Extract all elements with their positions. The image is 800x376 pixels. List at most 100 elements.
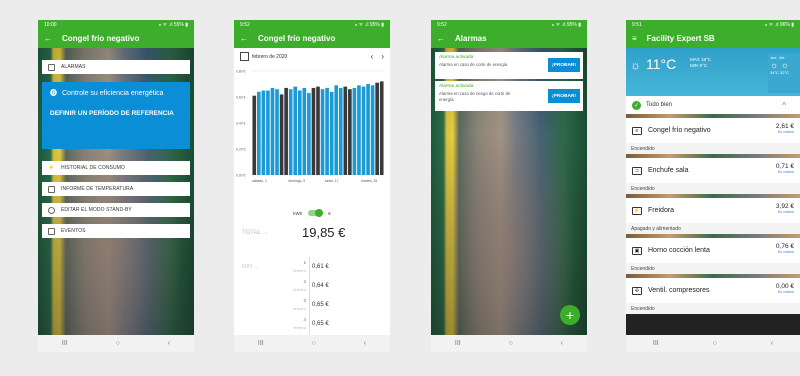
menu-item-eventos[interactable]: EVENTOS bbox=[42, 224, 190, 238]
unit-switch[interactable] bbox=[308, 209, 324, 217]
android-nav-bar: III ○ ‹ bbox=[431, 335, 587, 352]
bar[interactable] bbox=[252, 95, 257, 175]
recent-apps-button[interactable]: III bbox=[258, 340, 264, 347]
date-selector: febrero de 2020 ‹ › bbox=[234, 48, 390, 65]
device-card[interactable]: ▣ Horno cocción lenta 0,76 € En marzo Encend… bbox=[626, 234, 800, 274]
device-state: Encendido bbox=[626, 303, 800, 314]
recent-apps-button[interactable]: III bbox=[653, 340, 659, 347]
recent-apps-button[interactable]: III bbox=[455, 340, 461, 347]
back-arrow-icon[interactable]: ← bbox=[240, 34, 248, 43]
back-button[interactable]: ‹ bbox=[364, 340, 366, 347]
back-button[interactable]: ‹ bbox=[168, 340, 170, 347]
calendar-icon[interactable] bbox=[240, 52, 249, 61]
bar[interactable] bbox=[375, 82, 379, 175]
prev-month-chevron-icon[interactable]: ‹ bbox=[371, 52, 374, 61]
x-tick-label: lunes, 17 bbox=[325, 179, 339, 183]
menu-item-informe[interactable]: INFORME DE TEMPERATURA bbox=[42, 182, 190, 196]
kwh-label: kWh bbox=[293, 210, 303, 216]
list-item: 2 febrero 0,64 € bbox=[234, 276, 390, 295]
device-price: 3,92 € En marzo bbox=[776, 203, 794, 214]
test-alarm-button[interactable]: ¡PROBAR! bbox=[548, 89, 580, 103]
bar[interactable] bbox=[279, 94, 284, 175]
bar[interactable] bbox=[261, 90, 266, 176]
bar[interactable] bbox=[329, 91, 334, 175]
home-button[interactable]: ○ bbox=[116, 340, 120, 347]
home-button[interactable]: ○ bbox=[713, 340, 717, 347]
menu-item-alarmas[interactable]: ALARMAS bbox=[42, 60, 190, 74]
bar[interactable] bbox=[338, 87, 343, 175]
day-cost: 0,65 € bbox=[312, 301, 329, 308]
status-icons: ⁎ ᯤ .ıl 95% ▮ bbox=[551, 21, 581, 28]
oven-icon: ▣ bbox=[632, 246, 642, 255]
lightning-icon: ⚡ bbox=[632, 206, 642, 215]
menu-item-historial[interactable]: ⚡ HISTORIAL DE CONSUMO bbox=[42, 161, 190, 175]
bar[interactable] bbox=[297, 90, 302, 176]
bar[interactable] bbox=[288, 89, 293, 175]
bar[interactable] bbox=[311, 87, 316, 175]
device-card[interactable]: ≡ Congel frío negativo 2,61 € En marzo Encen… bbox=[626, 114, 800, 154]
define-reference-period-link[interactable]: DEFINIR UN PERÍODO DE REFERENCIA bbox=[50, 110, 182, 118]
status-time: 10:00 bbox=[44, 21, 57, 28]
bar[interactable] bbox=[284, 87, 288, 175]
bar[interactable] bbox=[270, 87, 275, 175]
bar[interactable] bbox=[361, 86, 366, 175]
forecast-sun-icon: ☼ ☼ bbox=[770, 60, 789, 70]
alarm-card: Alarma activada Alarma en caso de riesgo… bbox=[435, 81, 583, 111]
test-alarm-button[interactable]: ¡PROBAR! bbox=[548, 58, 580, 72]
back-arrow-icon[interactable]: ← bbox=[44, 34, 52, 43]
device-card[interactable]: ✣ Ventil. compresores 0,00 € En marzo Encend… bbox=[626, 274, 800, 314]
alarm-card: Alarma activada Alarma en caso de corte … bbox=[435, 52, 583, 79]
price-value: 0,76 € bbox=[775, 243, 794, 250]
recent-apps-button[interactable]: III bbox=[62, 340, 68, 347]
bar[interactable] bbox=[352, 87, 357, 175]
selected-month: febrero de 2020 bbox=[252, 53, 288, 60]
forecast-mini: Jue. Vie. ☼ ☼ 34°C 32°C bbox=[768, 53, 800, 93]
total-value: 19,85 € bbox=[302, 225, 346, 240]
status-summary[interactable]: ✓ Todo bien ^ bbox=[626, 96, 800, 114]
bar[interactable] bbox=[302, 87, 307, 175]
alarm-description: Alarma en caso de riesgo de corte de ene… bbox=[439, 91, 511, 102]
hamburger-menu-icon[interactable]: ≡ bbox=[632, 34, 637, 43]
status-bar: 10:00 ⁎ ᯤ .ıl 55% ▮ bbox=[38, 20, 194, 29]
bar[interactable] bbox=[357, 85, 361, 175]
plug-icon: ⊃ bbox=[632, 166, 642, 175]
bar[interactable] bbox=[348, 89, 352, 175]
report-icon bbox=[48, 185, 55, 193]
device-card[interactable]: ⚡ Freidora 3,92 € En marzo Apagado y aliment… bbox=[626, 194, 800, 234]
bar[interactable] bbox=[316, 86, 320, 175]
bar[interactable] bbox=[379, 81, 384, 175]
device-row: ⊃ Enchufe sala 0,71 € En marzo bbox=[626, 158, 800, 183]
check-icon: ✓ bbox=[632, 100, 641, 110]
bar[interactable] bbox=[307, 93, 311, 175]
page-title: Alarmas bbox=[455, 34, 487, 43]
bar[interactable] bbox=[325, 87, 329, 175]
bar[interactable] bbox=[275, 89, 279, 175]
bar[interactable] bbox=[370, 85, 375, 175]
page-title: Facility Expert SB bbox=[646, 34, 715, 43]
page-title: Congel frío negativo bbox=[62, 34, 140, 43]
bar[interactable] bbox=[343, 86, 348, 175]
bar[interactable] bbox=[366, 84, 370, 175]
bar[interactable] bbox=[293, 86, 298, 175]
device-name: Freidora bbox=[648, 207, 675, 214]
menu-label: HISTORIAL DE CONSUMO bbox=[61, 165, 125, 171]
chevron-up-icon[interactable]: ^ bbox=[782, 101, 786, 110]
device-row: ⚡ Freidora 3,92 € En marzo bbox=[626, 198, 800, 223]
home-button[interactable]: ○ bbox=[509, 340, 513, 347]
bar[interactable] bbox=[266, 90, 270, 176]
price-period: En marzo bbox=[777, 290, 794, 294]
home-button[interactable]: ○ bbox=[312, 340, 316, 347]
next-month-chevron-icon[interactable]: › bbox=[381, 52, 384, 61]
back-arrow-icon[interactable]: ← bbox=[437, 34, 445, 43]
promo-title: Controle su eficiencia energética bbox=[62, 89, 164, 97]
device-card[interactable]: ⊃ Enchufe sala 0,71 € En marzo Encendido bbox=[626, 154, 800, 194]
phone-device-history: 9:52 ⁎ ᯤ .ıl 95% ▮ ← Congel frío negativ… bbox=[234, 20, 390, 352]
menu-item-standby[interactable]: EDITAR EL MODO STAND-BY bbox=[42, 203, 190, 217]
back-button[interactable]: ‹ bbox=[561, 340, 563, 347]
bar[interactable] bbox=[320, 89, 325, 175]
bar[interactable] bbox=[334, 85, 339, 175]
efficiency-promo-card[interactable]: ⓿ Controle su eficiencia energética DEFIN… bbox=[42, 82, 190, 149]
back-button[interactable]: ‹ bbox=[771, 340, 773, 347]
bar[interactable] bbox=[257, 91, 261, 175]
add-alarm-button[interactable]: + bbox=[560, 305, 580, 325]
